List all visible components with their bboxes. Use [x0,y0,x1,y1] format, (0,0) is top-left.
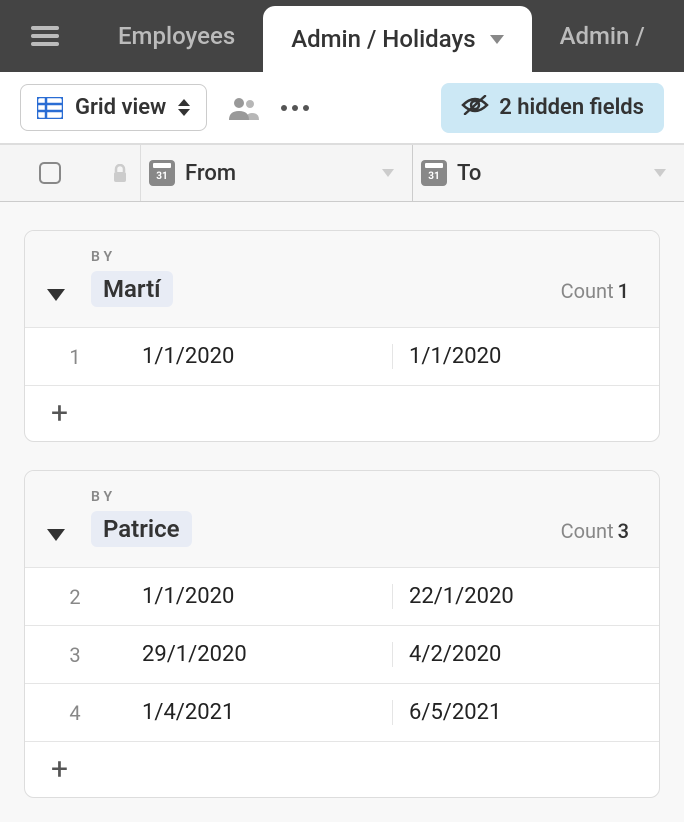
cell-from[interactable]: 1/1/2020 [125,344,392,369]
calendar-icon: 31 [421,160,447,186]
chevron-down-icon [382,169,394,177]
row-number: 1 [25,345,125,369]
menu-button[interactable] [0,0,90,72]
hidden-fields-button[interactable]: 2 hidden fields [441,83,664,133]
table-row[interactable]: 2 1/1/2020 22/1/2020 [25,567,659,625]
table-row[interactable]: 4 1/4/2021 6/5/2021 [25,683,659,741]
column-label: From [185,161,372,186]
group-by-label: BY [91,249,561,265]
view-label: Grid view [75,95,166,120]
selector-icon [178,99,190,116]
cell-from[interactable]: 29/1/2020 [125,642,392,667]
add-row-button[interactable]: + [25,741,659,797]
group-count: Count1 [561,279,629,303]
hidden-fields-label: 2 hidden fields [499,95,644,120]
view-selector-button[interactable]: Grid view [20,84,207,131]
cell-to[interactable]: 4/2/2020 [392,642,659,667]
tab-employees[interactable]: Employees [90,0,263,72]
group-by-label: BY [91,489,561,505]
group-header[interactable]: BY Martí Count1 [25,231,659,327]
group-header[interactable]: BY Patrice Count3 [25,471,659,567]
hamburger-icon [31,26,59,46]
group-collapse-toggle[interactable] [47,289,65,301]
column-header-to[interactable]: 31 To [412,145,684,201]
table-row[interactable]: 1 1/1/2020 1/1/2020 [25,327,659,385]
cell-to[interactable]: 1/1/2020 [392,344,659,369]
plus-icon: + [51,396,68,431]
group-patrice: BY Patrice Count3 2 1/1/2020 22/1/2020 3… [24,470,660,798]
cell-to[interactable]: 22/1/2020 [392,584,659,609]
group-marti: BY Martí Count1 1 1/1/2020 1/1/2020 + [24,230,660,442]
chevron-down-icon [654,169,666,177]
row-number: 3 [25,643,125,667]
plus-icon: + [51,752,68,787]
lock-icon [100,164,140,182]
calendar-icon: 31 [149,160,175,186]
tab-admin-partial[interactable]: Admin / [532,0,673,72]
cell-from[interactable]: 1/1/2020 [125,584,392,609]
tab-admin-holidays[interactable]: Admin / Holidays [263,6,531,72]
more-options-button[interactable] [281,105,309,111]
tab-label: Admin / [560,22,645,50]
tab-label: Admin / Holidays [291,25,475,53]
cell-from[interactable]: 1/4/2021 [125,700,392,725]
column-label: To [457,161,644,186]
tab-label: Employees [118,22,235,50]
column-header-from[interactable]: 31 From [140,145,412,201]
group-name: Patrice [91,511,192,547]
group-count: Count3 [561,519,629,543]
table-row[interactable]: 3 29/1/2020 4/2/2020 [25,625,659,683]
eye-off-icon [461,95,489,121]
cell-to[interactable]: 6/5/2021 [392,700,659,725]
row-number: 4 [25,701,125,725]
users-icon[interactable] [229,96,259,120]
row-number: 2 [25,585,125,609]
grid-icon [37,97,63,119]
group-collapse-toggle[interactable] [47,529,65,541]
group-name: Martí [91,271,173,307]
select-all-checkbox[interactable] [39,162,61,184]
chevron-down-icon [490,35,504,44]
add-row-button[interactable]: + [25,385,659,441]
